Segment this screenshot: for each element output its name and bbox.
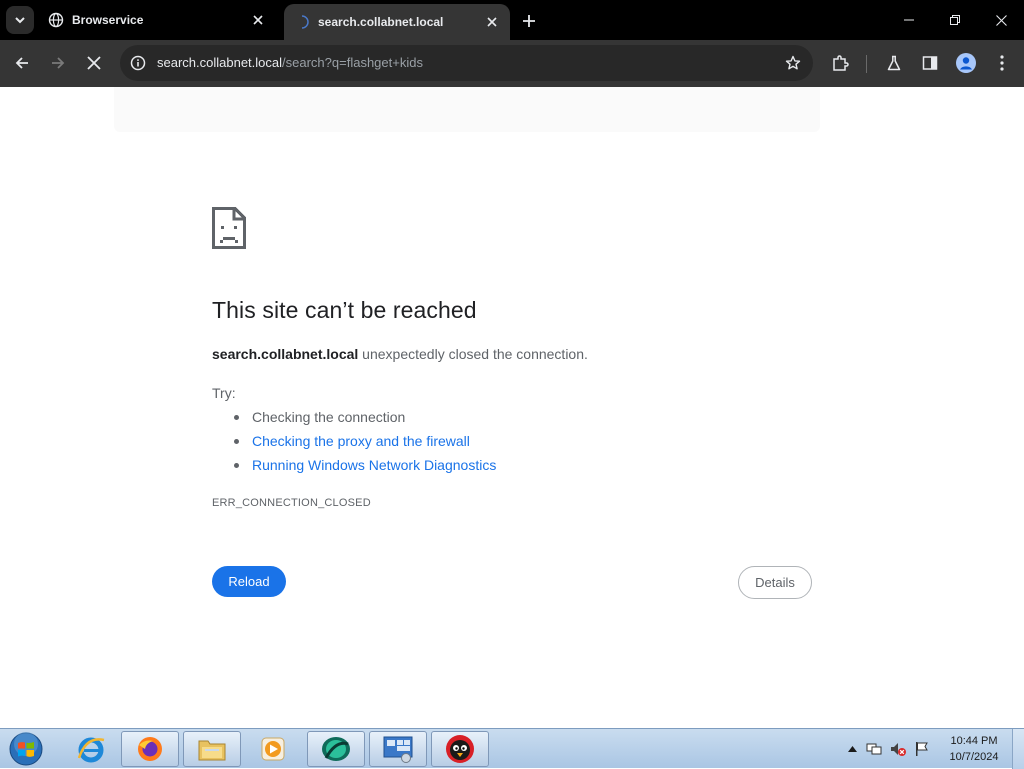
close-icon[interactable] (484, 14, 500, 30)
close-icon (995, 14, 1007, 26)
page-content: This site can’t be reached search.collab… (0, 87, 1024, 728)
loading-icon (294, 14, 310, 30)
browser-app-icon (322, 737, 350, 761)
address-bar[interactable]: search.collabnet.local/search?q=flashget… (120, 45, 813, 81)
details-button[interactable]: Details (738, 566, 812, 599)
tab-browservice[interactable]: Browservice (40, 0, 276, 40)
angry-bird-icon (446, 735, 474, 763)
taskbar-file-explorer[interactable] (183, 731, 241, 767)
windows-orb-icon (9, 732, 43, 766)
stop-icon (87, 56, 101, 70)
stop-loading-button[interactable] (79, 48, 109, 78)
clock-date: 10/7/2024 (949, 751, 999, 763)
new-tab-button[interactable] (518, 10, 540, 32)
taskbar-media-player[interactable] (244, 731, 302, 767)
chevron-up-icon (847, 746, 857, 752)
media-player-icon (261, 737, 285, 761)
reload-button[interactable]: Reload (212, 566, 286, 597)
show-hidden-icons-button[interactable] (844, 741, 860, 757)
minimize-button[interactable] (886, 0, 932, 40)
taskbar-firefox[interactable] (121, 731, 179, 767)
error-description: search.collabnet.local unexpectedly clos… (212, 346, 588, 362)
error-host: search.collabnet.local (212, 346, 359, 362)
close-icon[interactable] (250, 12, 266, 28)
network-tray-icon[interactable] (866, 741, 882, 757)
tab-search-button[interactable] (6, 6, 34, 34)
clock-time: 10:44 PM (950, 735, 998, 747)
puzzle-icon (833, 55, 849, 71)
start-button[interactable] (6, 731, 46, 767)
url-host: search.collabnet.local (157, 55, 283, 70)
taskbar-internet-explorer[interactable] (62, 731, 120, 767)
tab-title: Browservice (72, 13, 144, 27)
close-window-button[interactable] (978, 0, 1024, 40)
minimize-icon (904, 19, 914, 21)
back-button[interactable] (7, 48, 37, 78)
taskbar-control-panel[interactable] (369, 731, 427, 767)
file-explorer-icon (198, 740, 226, 761)
suggestion-link-proxy[interactable]: Checking the proxy and the firewall (232, 433, 496, 457)
system-clock[interactable]: 10:44 PM 10/7/2024 (940, 733, 1008, 765)
forward-button[interactable] (43, 48, 73, 78)
arrow-left-icon (15, 57, 28, 69)
url-text: search.collabnet.local/search?q=flashget… (157, 55, 423, 70)
toolbar-divider (866, 55, 867, 73)
tab-strip: Browservice search.collabnet.local (0, 0, 1024, 40)
taskbar-browser-app[interactable] (307, 731, 365, 767)
restore-button[interactable] (932, 0, 978, 40)
tab-title: search.collabnet.local (318, 15, 444, 29)
control-panel-icon (383, 736, 413, 763)
browser-toolbar: search.collabnet.local/search?q=flashget… (0, 40, 1024, 87)
try-label: Try: (212, 385, 236, 401)
globe-icon (48, 12, 64, 28)
menu-button[interactable] (987, 48, 1017, 78)
more-vert-icon (1000, 55, 1004, 71)
action-center-flag-icon[interactable] (914, 741, 930, 757)
error-message: unexpectedly closed the connection. (358, 346, 588, 362)
suggestion-link-diagnostics[interactable]: Running Windows Network Diagnostics (232, 457, 496, 481)
bookmark-star-icon[interactable] (783, 53, 803, 73)
arrow-right-icon (52, 57, 65, 69)
firefox-icon (138, 737, 162, 761)
suggestion-item: Checking the connection (232, 409, 496, 433)
url-path: /search?q=flashget+kids (282, 55, 423, 70)
show-desktop-button[interactable] (1012, 729, 1024, 769)
error-title: This site can’t be reached (212, 297, 477, 323)
sad-page-icon (212, 207, 246, 254)
plus-icon (523, 15, 535, 27)
side-panel-button[interactable] (915, 48, 945, 78)
profile-avatar-icon (956, 53, 976, 73)
windows-taskbar: 10:44 PM 10/7/2024 (0, 728, 1024, 769)
internet-explorer-icon (77, 737, 105, 763)
suggestion-list: Checking the connection Checking the pro… (232, 409, 496, 481)
error-code: ERR_CONNECTION_CLOSED (212, 497, 371, 509)
taskbar-angry-bird-app[interactable] (431, 731, 489, 767)
tab-search-collabnet[interactable]: search.collabnet.local (284, 4, 510, 40)
labs-button[interactable] (879, 48, 909, 78)
page-ghost-header (114, 87, 820, 132)
volume-muted-icon[interactable] (890, 741, 906, 757)
flask-icon (887, 55, 901, 71)
profile-button[interactable] (951, 48, 981, 78)
extensions-button[interactable] (825, 48, 855, 78)
chevron-down-icon (15, 17, 25, 24)
side-panel-icon (922, 56, 938, 70)
restore-icon (950, 15, 960, 25)
site-info-icon[interactable] (128, 53, 148, 73)
